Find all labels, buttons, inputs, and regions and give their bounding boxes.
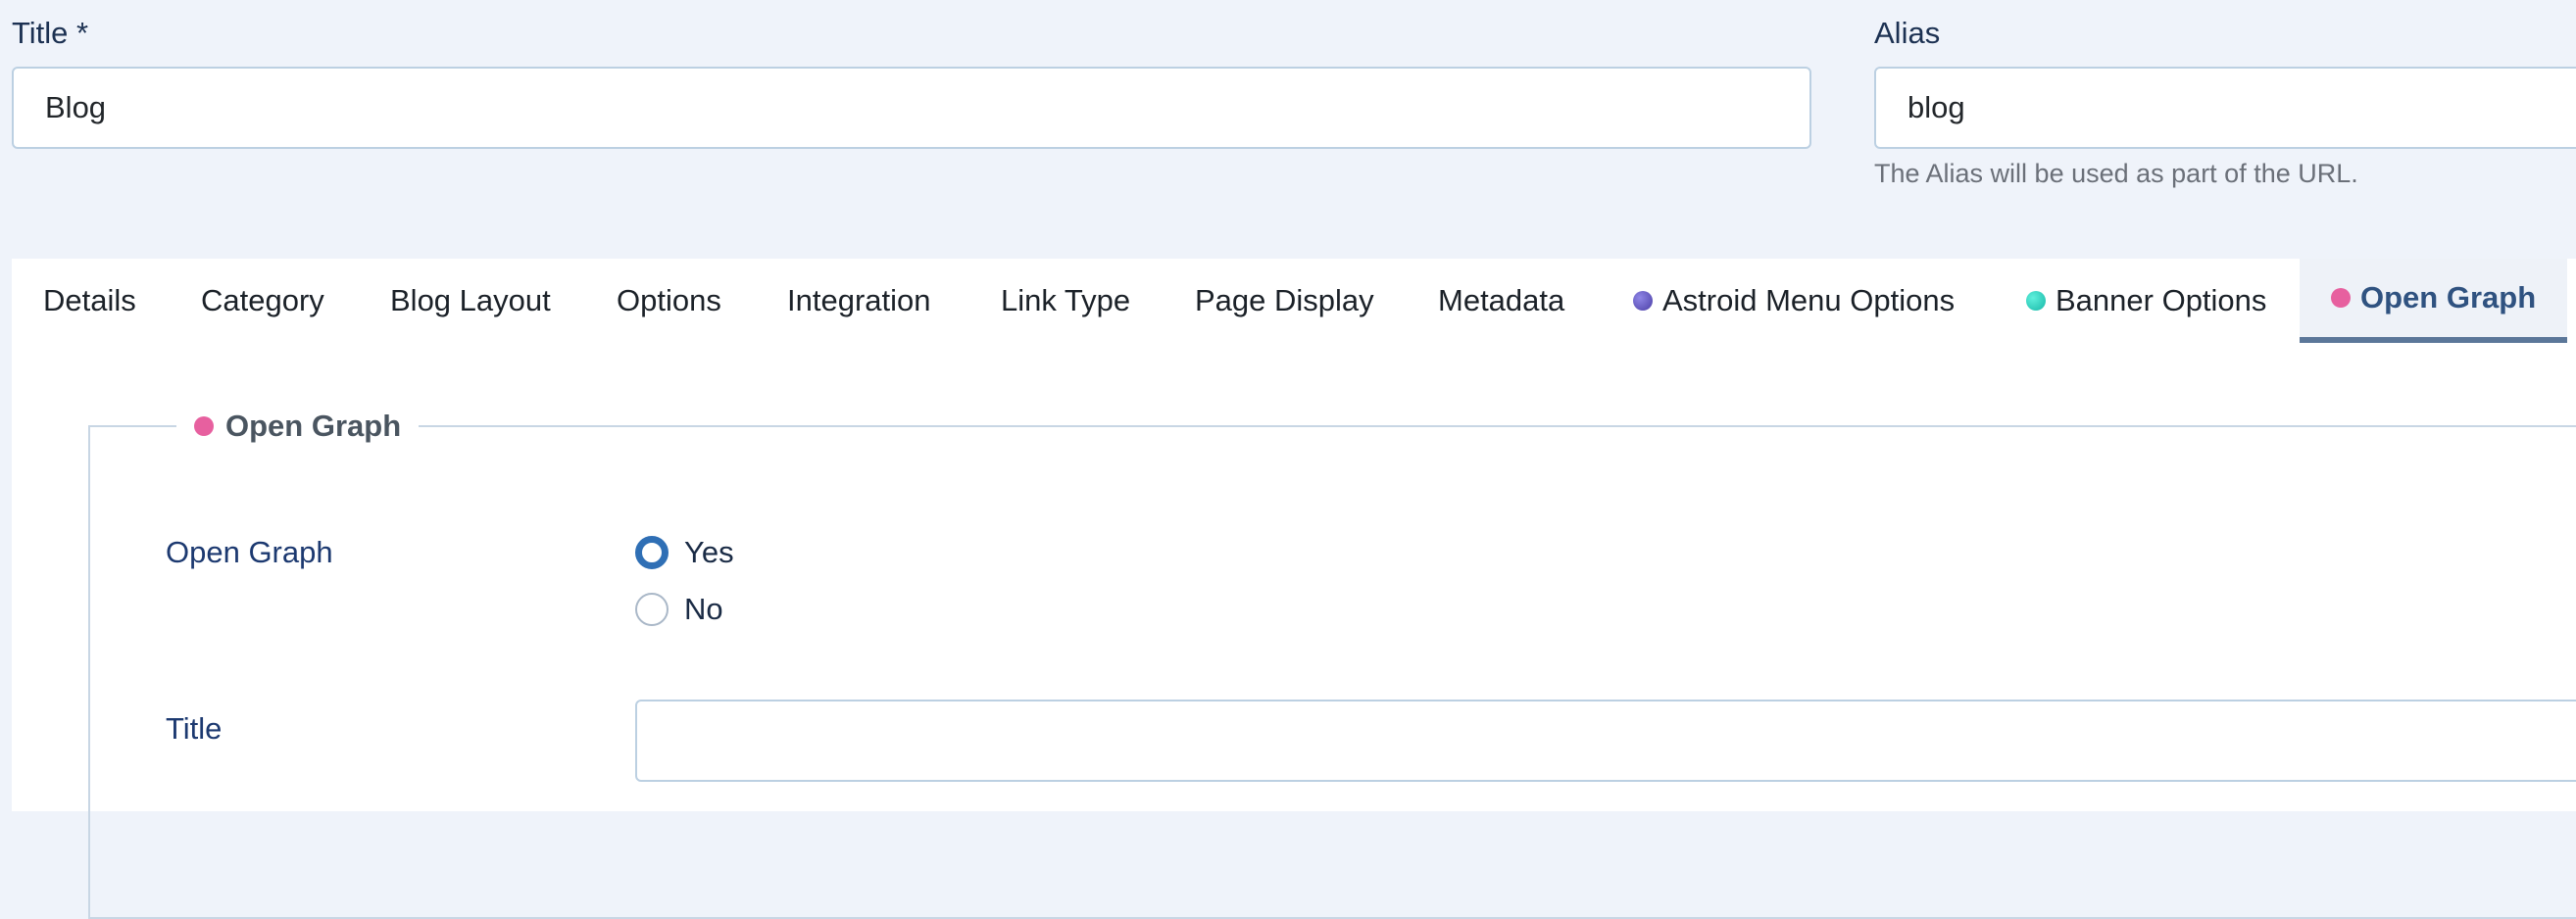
tab-link-type[interactable]: Link Type (1001, 259, 1130, 343)
title-label: Title * (12, 16, 89, 50)
tab-banner-options[interactable]: Banner Options (2026, 259, 2266, 343)
tab-label: Astroid Menu Options (1662, 283, 1956, 317)
tab-label: Page Display (1195, 283, 1374, 317)
tab-label: Link Type (1001, 283, 1131, 317)
tab-open-graph[interactable]: Open Graph (2300, 259, 2568, 343)
open-graph-panel: Open Graph Open Graph Yes No Title (12, 343, 2576, 919)
open-graph-yes-option[interactable]: Yes (635, 535, 734, 570)
og-title-label: Title (166, 711, 223, 746)
tab-metadata[interactable]: Metadata (1438, 259, 1564, 343)
tab-label: Category (201, 283, 324, 317)
tab-options[interactable]: Options (617, 259, 721, 343)
tab-bar: Details Category Blog Layout Options Int… (12, 259, 2576, 345)
radio-no[interactable] (635, 593, 669, 626)
pink-dot-icon (194, 416, 214, 436)
tab-page-display[interactable]: Page Display (1195, 259, 1374, 343)
teal-dot-icon (2026, 291, 2046, 311)
tab-label: Blog Layout (390, 283, 551, 317)
tab-astroid-menu-options[interactable]: Astroid Menu Options (1633, 259, 1955, 343)
alias-input[interactable] (1874, 67, 2576, 149)
tab-integration[interactable]: Integration (787, 259, 931, 343)
legend-title: Open Graph (225, 409, 402, 443)
fieldset-border (88, 425, 2576, 919)
radio-yes-label: Yes (684, 535, 734, 569)
tab-details[interactable]: Details (43, 259, 136, 343)
fieldset-legend: Open Graph (176, 406, 420, 447)
radio-no-label: No (684, 592, 723, 626)
tab-label: Integration (787, 283, 931, 317)
purple-dot-icon (1633, 291, 1653, 311)
tab-label: Open Graph (2360, 280, 2537, 314)
alias-label: Alias (1874, 16, 1941, 50)
open-graph-no-option[interactable]: No (635, 592, 723, 627)
alias-help-text: The Alias will be used as part of the UR… (1874, 159, 2358, 188)
tab-category[interactable]: Category (201, 259, 324, 343)
tab-label: Banner Options (2056, 283, 2267, 317)
tab-blog-layout[interactable]: Blog Layout (390, 259, 551, 343)
tab-label: Options (617, 283, 721, 317)
title-input[interactable] (12, 67, 1811, 149)
tab-label: Metadata (1438, 283, 1565, 317)
tab-label: Details (43, 283, 136, 317)
pink-dot-icon (2331, 288, 2351, 308)
og-title-input[interactable] (635, 700, 2576, 782)
open-graph-label: Open Graph (166, 535, 333, 569)
radio-yes[interactable] (635, 536, 669, 569)
